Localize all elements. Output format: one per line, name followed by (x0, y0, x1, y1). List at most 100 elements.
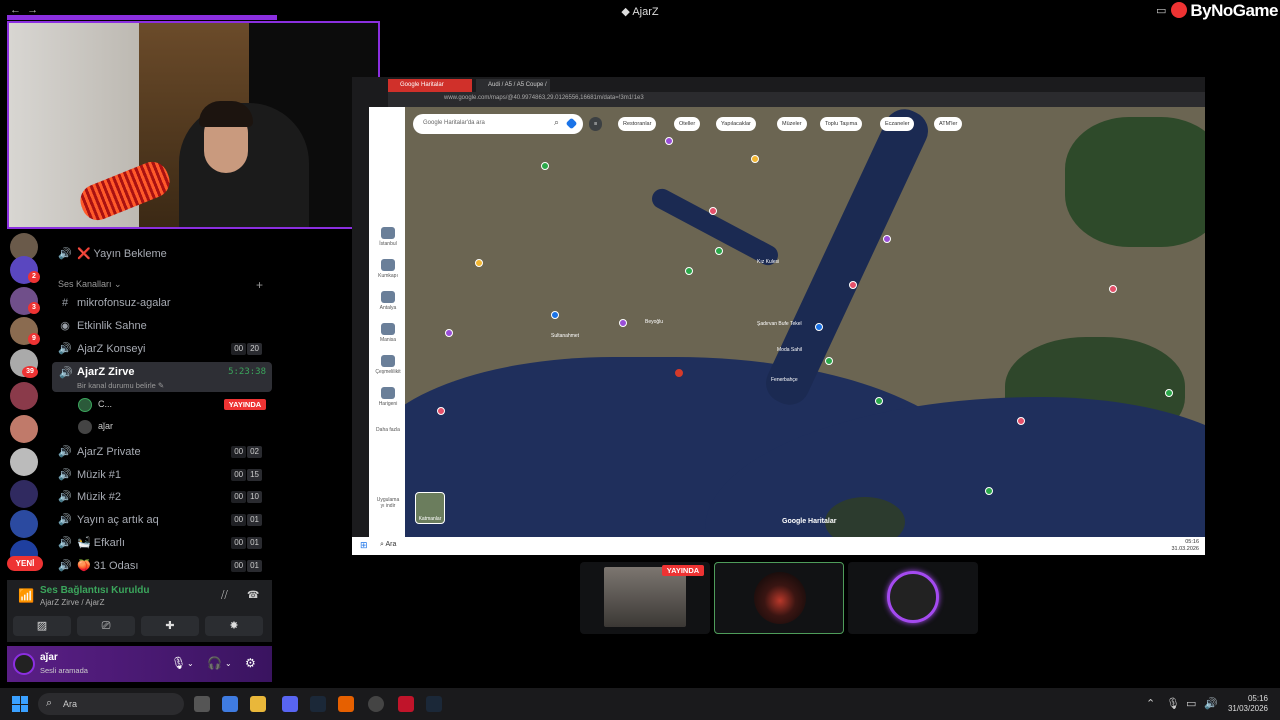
more-button[interactable]: Daha fazla (375, 427, 401, 433)
shared-screen[interactable]: Google Haritalar Audi / A5 / A5 Coupe / … (352, 77, 1205, 555)
location-marker[interactable] (675, 369, 683, 377)
download-app-button[interactable]: Uygulama yı indir (375, 497, 401, 509)
map-pin[interactable] (1109, 285, 1117, 293)
microphone-icon[interactable]: 🎙 (1166, 697, 1180, 710)
copilot-icon[interactable] (222, 696, 238, 712)
channel-etkinlik-sahne[interactable]: ◉ Etkinlik Sahne (54, 316, 268, 336)
voice-user[interactable]: aǰar (78, 418, 113, 434)
map-pin[interactable] (551, 311, 559, 319)
chevron-up-icon[interactable]: ⌃ (1146, 697, 1155, 710)
settings-gear-icon[interactable]: ⚙ (245, 656, 256, 670)
map-pin[interactable] (685, 267, 693, 275)
chevron-down-icon[interactable]: ⌄ (187, 659, 194, 668)
channel-ajarz-private[interactable]: 🔊 AjarZ Private 00 02 (54, 442, 268, 462)
voice-status[interactable]: Ses Bağlantısı Kuruldu (40, 585, 149, 596)
app-icon[interactable] (398, 696, 414, 712)
taskbar-search-input[interactable]: ⌕ Ara (38, 693, 184, 715)
windows-start-icon[interactable]: ⊞ (360, 540, 368, 551)
menu-icon[interactable]: ≡ (589, 117, 603, 131)
participant-tile[interactable] (714, 562, 844, 634)
voice-user[interactable]: C... (78, 396, 112, 412)
map-pin[interactable] (619, 319, 627, 327)
server-avatar[interactable] (10, 448, 38, 476)
chip-toplu-tasima[interactable]: Toplu Taşıma (820, 117, 863, 131)
map-pin[interactable] (815, 323, 823, 331)
chip-yapilacaklar[interactable]: Yapılacaklar (716, 117, 756, 131)
map-pin[interactable] (883, 235, 891, 243)
map-pin[interactable] (709, 207, 717, 215)
map-pin[interactable] (445, 329, 453, 337)
map-pin[interactable] (1165, 389, 1173, 397)
network-icon[interactable]: ▭ (1186, 697, 1196, 710)
map-pin[interactable] (875, 397, 883, 405)
category-header[interactable]: Ses Kanalları ⌄ (58, 279, 122, 290)
add-channel-icon[interactable]: + (256, 278, 263, 292)
steam-icon[interactable] (310, 696, 326, 712)
soundboard-button[interactable]: ✸ (205, 616, 263, 636)
camera-off-button[interactable]: ▨ (13, 616, 71, 636)
screen-share-button[interactable]: ⎚ (77, 616, 135, 636)
channel-ajarz-konseyi[interactable]: 🔊 AjarZ Konseyi 00 20 (54, 339, 268, 359)
channel-status[interactable]: Bir kanal durumu belirle ✎ (77, 381, 164, 390)
headphones-icon[interactable]: 🎧 (207, 656, 222, 670)
saved-place[interactable]: İstanbul (375, 227, 401, 247)
new-badge[interactable]: YENİ (7, 556, 43, 571)
channel-yayin-ac[interactable]: 🔊 Yayın aç artık aq 00 01 (54, 510, 268, 530)
steam-icon[interactable] (426, 696, 442, 712)
maps-search-input[interactable]: Google Haritalar'da ara ⌕ (413, 114, 583, 134)
map-pin[interactable] (437, 407, 445, 415)
activities-button[interactable]: ✚ (141, 616, 199, 636)
map-pin[interactable] (665, 137, 673, 145)
chip-muzeler[interactable]: Müzeler (777, 117, 807, 131)
saved-place[interactable]: Antalya (375, 291, 401, 311)
address-bar[interactable]: www.google.com/maps/@40.9974863,29.01265… (388, 92, 1205, 107)
firefox-icon[interactable] (338, 696, 354, 712)
voice-channel[interactable]: AjarZ Zirve / AjarZ (40, 598, 104, 607)
search-icon[interactable]: ⌕ (554, 117, 559, 128)
server-avatar[interactable] (10, 382, 38, 410)
avatar[interactable] (13, 653, 35, 675)
channel-muzik-2[interactable]: 🔊 Müzik #2 00 10 (54, 487, 268, 507)
file-explorer-icon[interactable] (250, 696, 266, 712)
saved-place[interactable]: Harigeni (375, 387, 401, 407)
map-pin[interactable] (985, 487, 993, 495)
noise-suppression-icon[interactable]: ⧸⧸ (221, 590, 228, 601)
minimize-icon[interactable]: ▭ (1156, 4, 1166, 17)
satellite-map[interactable]: Kız Kulesi Şadırvan Bufe Tekel Moda Sahi… (405, 107, 1205, 537)
chip-restoranlar[interactable]: Restoranlar (618, 117, 657, 131)
map-pin[interactable] (475, 259, 483, 267)
remote-search-input[interactable]: ⌕ Ara (380, 541, 396, 549)
microphone-icon[interactable]: 🎙 (171, 656, 186, 670)
chevron-down-icon[interactable]: ⌄ (225, 659, 232, 668)
map-pin[interactable] (1017, 417, 1025, 425)
map-pin[interactable] (541, 162, 549, 170)
tab-google-maps[interactable]: Google Haritalar (388, 79, 472, 92)
taskbar-clock[interactable]: 05:16 31/03/2026 (1228, 694, 1268, 714)
volume-icon[interactable]: 🔊 (1204, 697, 1218, 710)
map-pin[interactable] (715, 247, 723, 255)
saved-place[interactable]: Çeşmelilikit (375, 355, 401, 375)
map-pin[interactable] (751, 155, 759, 163)
server-avatar[interactable] (10, 415, 38, 443)
task-view-icon[interactable] (194, 696, 210, 712)
saved-place[interactable]: Manisa (375, 323, 401, 343)
channel-mikrofonsuz[interactable]: # mikrofonsuz-agalar (54, 293, 268, 313)
windows-start-icon[interactable] (12, 696, 28, 712)
channel-yayin-bekleme[interactable]: 🔊 ❌ Yayın Bekleme (54, 244, 268, 264)
chip-eczaneler[interactable]: Eczaneler (880, 117, 915, 131)
channel-muzik-1[interactable]: 🔊 Müzik #1 00 15 (54, 465, 268, 485)
discord-icon[interactable] (282, 696, 298, 712)
user-name[interactable]: aǰar (40, 652, 58, 663)
tab-audi[interactable]: Audi / A5 / A5 Coupe / 3.0 (476, 79, 550, 101)
disconnect-icon[interactable]: ☎ (247, 590, 259, 601)
channel-ajarz-zirve[interactable]: 🔊 AjarZ Zirve Bir kanal durumu belirle ✎… (52, 362, 272, 392)
saved-place[interactable]: Kumkapı (375, 259, 401, 279)
directions-icon[interactable] (565, 117, 578, 130)
participant-tile[interactable] (848, 562, 978, 634)
chip-atmler[interactable]: ATM'ler (934, 117, 963, 131)
channel-efkarli[interactable]: 🔊 🛀 Efkarlı 00 01 (54, 533, 268, 553)
server-avatar[interactable] (10, 480, 38, 508)
map-pin[interactable] (849, 281, 857, 289)
chip-oteller[interactable]: Oteller (674, 117, 701, 131)
map-pin[interactable] (825, 357, 833, 365)
